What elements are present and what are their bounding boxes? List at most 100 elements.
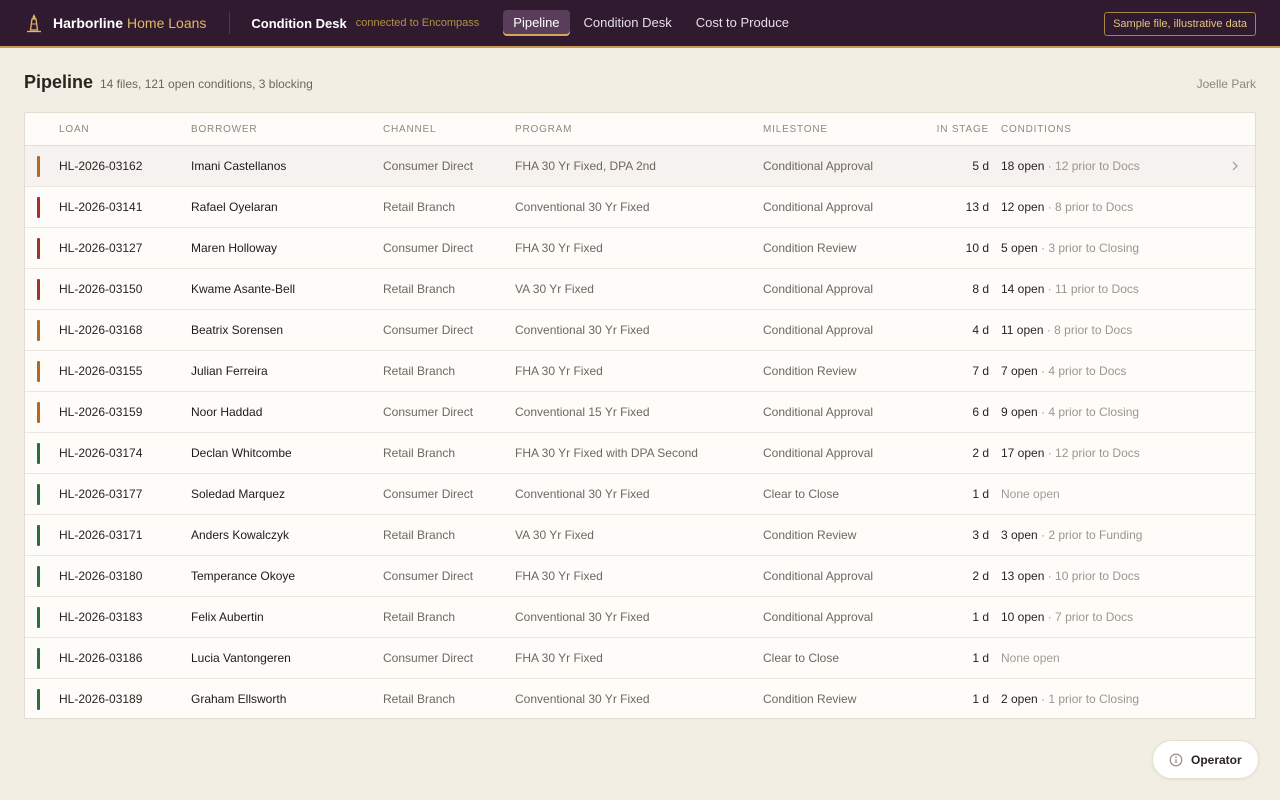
user-name[interactable]: Joelle Park: [1197, 77, 1256, 91]
loan-number[interactable]: HL-2026-03177: [59, 487, 142, 501]
table-row[interactable]: HL-2026-03141 Rafael Oyelaran Retail Branc…: [25, 187, 1255, 228]
operator-button[interactable]: Operator: [1152, 740, 1259, 779]
channel: Retail Branch: [383, 528, 456, 542]
days-in-stage: 1 d: [972, 651, 989, 665]
loan-number[interactable]: HL-2026-03183: [59, 610, 142, 624]
chevron-right-icon[interactable]: [1229, 158, 1241, 174]
conditions-summary: 11 open · 8 prior to Docs: [1001, 323, 1132, 337]
borrower-name: Anders Kowalczyk: [191, 528, 290, 542]
table-row[interactable]: HL-2026-03186 Lucia Vantongeren Consumer D…: [25, 638, 1255, 679]
table-row[interactable]: HL-2026-03177 Soledad Marquez Consumer Dir…: [25, 474, 1255, 515]
header-borrower[interactable]: BORROWER: [191, 124, 257, 135]
table-row[interactable]: HL-2026-03180 Temperance Okoye Consumer Di…: [25, 556, 1255, 597]
borrower-name: Soledad Marquez: [191, 487, 286, 501]
loan-number[interactable]: HL-2026-03150: [59, 282, 142, 296]
status-indicator: [37, 689, 40, 710]
loan-number[interactable]: HL-2026-03155: [59, 364, 142, 378]
status-indicator: [37, 607, 40, 628]
borrower-name: Imani Castellanos: [191, 159, 287, 173]
milestone: Conditional Approval: [763, 159, 874, 173]
tab-cost-to-produce[interactable]: Cost to Produce: [686, 10, 799, 36]
days-in-stage: 6 d: [972, 405, 989, 419]
loan-number[interactable]: HL-2026-03171: [59, 528, 142, 542]
status-indicator: [37, 525, 40, 546]
table-row[interactable]: HL-2026-03171 Anders Kowalczyk Retail Bran…: [25, 515, 1255, 556]
conditions-open: 2 open: [1001, 692, 1038, 706]
conditions-prior: · 12 prior to Docs: [1044, 446, 1140, 460]
header-program[interactable]: PROGRAM: [515, 124, 572, 135]
program: Conventional 30 Yr Fixed: [515, 610, 650, 624]
days-in-stage: 13 d: [965, 200, 989, 214]
header-loan[interactable]: LOAN: [59, 124, 89, 135]
channel: Retail Branch: [383, 610, 456, 624]
page-summary: 14 files, 121 open conditions, 3 blockin…: [100, 77, 313, 91]
brand-subtitle: Home Loans: [127, 15, 207, 31]
program: FHA 30 Yr Fixed: [515, 364, 603, 378]
channel: Consumer Direct: [383, 241, 474, 255]
days-in-stage: 7 d: [972, 364, 989, 378]
conditions-summary: 3 open · 2 prior to Funding: [1001, 528, 1142, 542]
conditions-summary: 17 open · 12 prior to Docs: [1001, 446, 1140, 460]
table-row[interactable]: HL-2026-03168 Beatrix Sorensen Consumer Di…: [25, 310, 1255, 351]
borrower-name: Noor Haddad: [191, 405, 263, 419]
loan-number[interactable]: HL-2026-03159: [59, 405, 142, 419]
conditions-open: 7 open: [1001, 364, 1038, 378]
program: FHA 30 Yr Fixed with DPA Second: [515, 446, 698, 460]
header-milestone[interactable]: MILESTONE: [763, 124, 828, 135]
table-row[interactable]: HL-2026-03150 Kwame Asante-Bell Retail Bra…: [25, 269, 1255, 310]
loan-number[interactable]: HL-2026-03186: [59, 651, 142, 665]
milestone: Condition Review: [763, 364, 857, 378]
status-indicator: [37, 361, 40, 382]
borrower-name: Lucia Vantongeren: [191, 651, 291, 665]
days-in-stage: 5 d: [972, 159, 989, 173]
loan-number[interactable]: HL-2026-03162: [59, 159, 142, 173]
conditions-open: 13 open: [1001, 569, 1045, 583]
status-indicator: [37, 648, 40, 669]
program: FHA 30 Yr Fixed: [515, 569, 603, 583]
milestone: Conditional Approval: [763, 200, 874, 214]
program: Conventional 30 Yr Fixed: [515, 692, 650, 706]
loan-number[interactable]: HL-2026-03127: [59, 241, 142, 255]
header-conditions[interactable]: CONDITIONS: [1001, 124, 1072, 135]
loan-number[interactable]: HL-2026-03174: [59, 446, 142, 460]
milestone: Condition Review: [763, 692, 857, 706]
loan-number[interactable]: HL-2026-03180: [59, 569, 142, 583]
conditions-prior: · 4 prior to Docs: [1037, 364, 1127, 378]
table-row[interactable]: HL-2026-03174 Declan Whitcombe Retail Bran…: [25, 433, 1255, 474]
channel: Retail Branch: [383, 446, 456, 460]
conditions-prior: · 8 prior to Docs: [1044, 200, 1134, 214]
conditions-open: 3 open: [1001, 528, 1038, 542]
connection-status: connected to Encompass: [355, 17, 480, 29]
conditions-summary: 18 open · 12 prior to Docs: [1001, 159, 1140, 173]
lighthouse-icon: [27, 14, 41, 33]
milestone: Conditional Approval: [763, 569, 874, 583]
status-indicator: [37, 197, 40, 218]
channel: Consumer Direct: [383, 487, 474, 501]
table-row[interactable]: HL-2026-03155 Julian Ferreira Retail Branc…: [25, 351, 1255, 392]
table-row[interactable]: HL-2026-03189 Graham Ellsworth Retail Bran…: [25, 679, 1255, 718]
table-row[interactable]: HL-2026-03183 Felix Aubertin Retail Branch…: [25, 597, 1255, 638]
table-row[interactable]: HL-2026-03159 Noor Haddad Consumer Direct C…: [25, 392, 1255, 433]
tab-condition-desk[interactable]: Condition Desk: [574, 10, 682, 36]
header-channel[interactable]: CHANNEL: [383, 124, 436, 135]
loan-number[interactable]: HL-2026-03189: [59, 692, 142, 706]
channel: Consumer Direct: [383, 323, 474, 337]
milestone: Clear to Close: [763, 651, 840, 665]
loan-number[interactable]: HL-2026-03168: [59, 323, 142, 337]
status-indicator: [37, 156, 40, 177]
table-row[interactable]: HL-2026-03162 Imani Castellanos Consumer D…: [25, 146, 1255, 187]
conditions-none: None open: [1001, 651, 1060, 665]
status-indicator: [37, 484, 40, 505]
table-row[interactable]: HL-2026-03127 Maren Holloway Consumer Dire…: [25, 228, 1255, 269]
conditions-summary: 12 open · 8 prior to Docs: [1001, 200, 1133, 214]
program: FHA 30 Yr Fixed: [515, 241, 603, 255]
brand[interactable]: Harborline Home Loans: [0, 0, 206, 47]
header-in-stage[interactable]: IN STAGE: [937, 124, 989, 135]
channel: Consumer Direct: [383, 159, 474, 173]
program: FHA 30 Yr Fixed: [515, 651, 603, 665]
tab-pipeline[interactable]: Pipeline: [503, 10, 570, 36]
milestone: Conditional Approval: [763, 405, 874, 419]
milestone: Conditional Approval: [763, 610, 874, 624]
loan-number[interactable]: HL-2026-03141: [59, 200, 142, 214]
conditions-summary: 7 open · 4 prior to Docs: [1001, 364, 1126, 378]
